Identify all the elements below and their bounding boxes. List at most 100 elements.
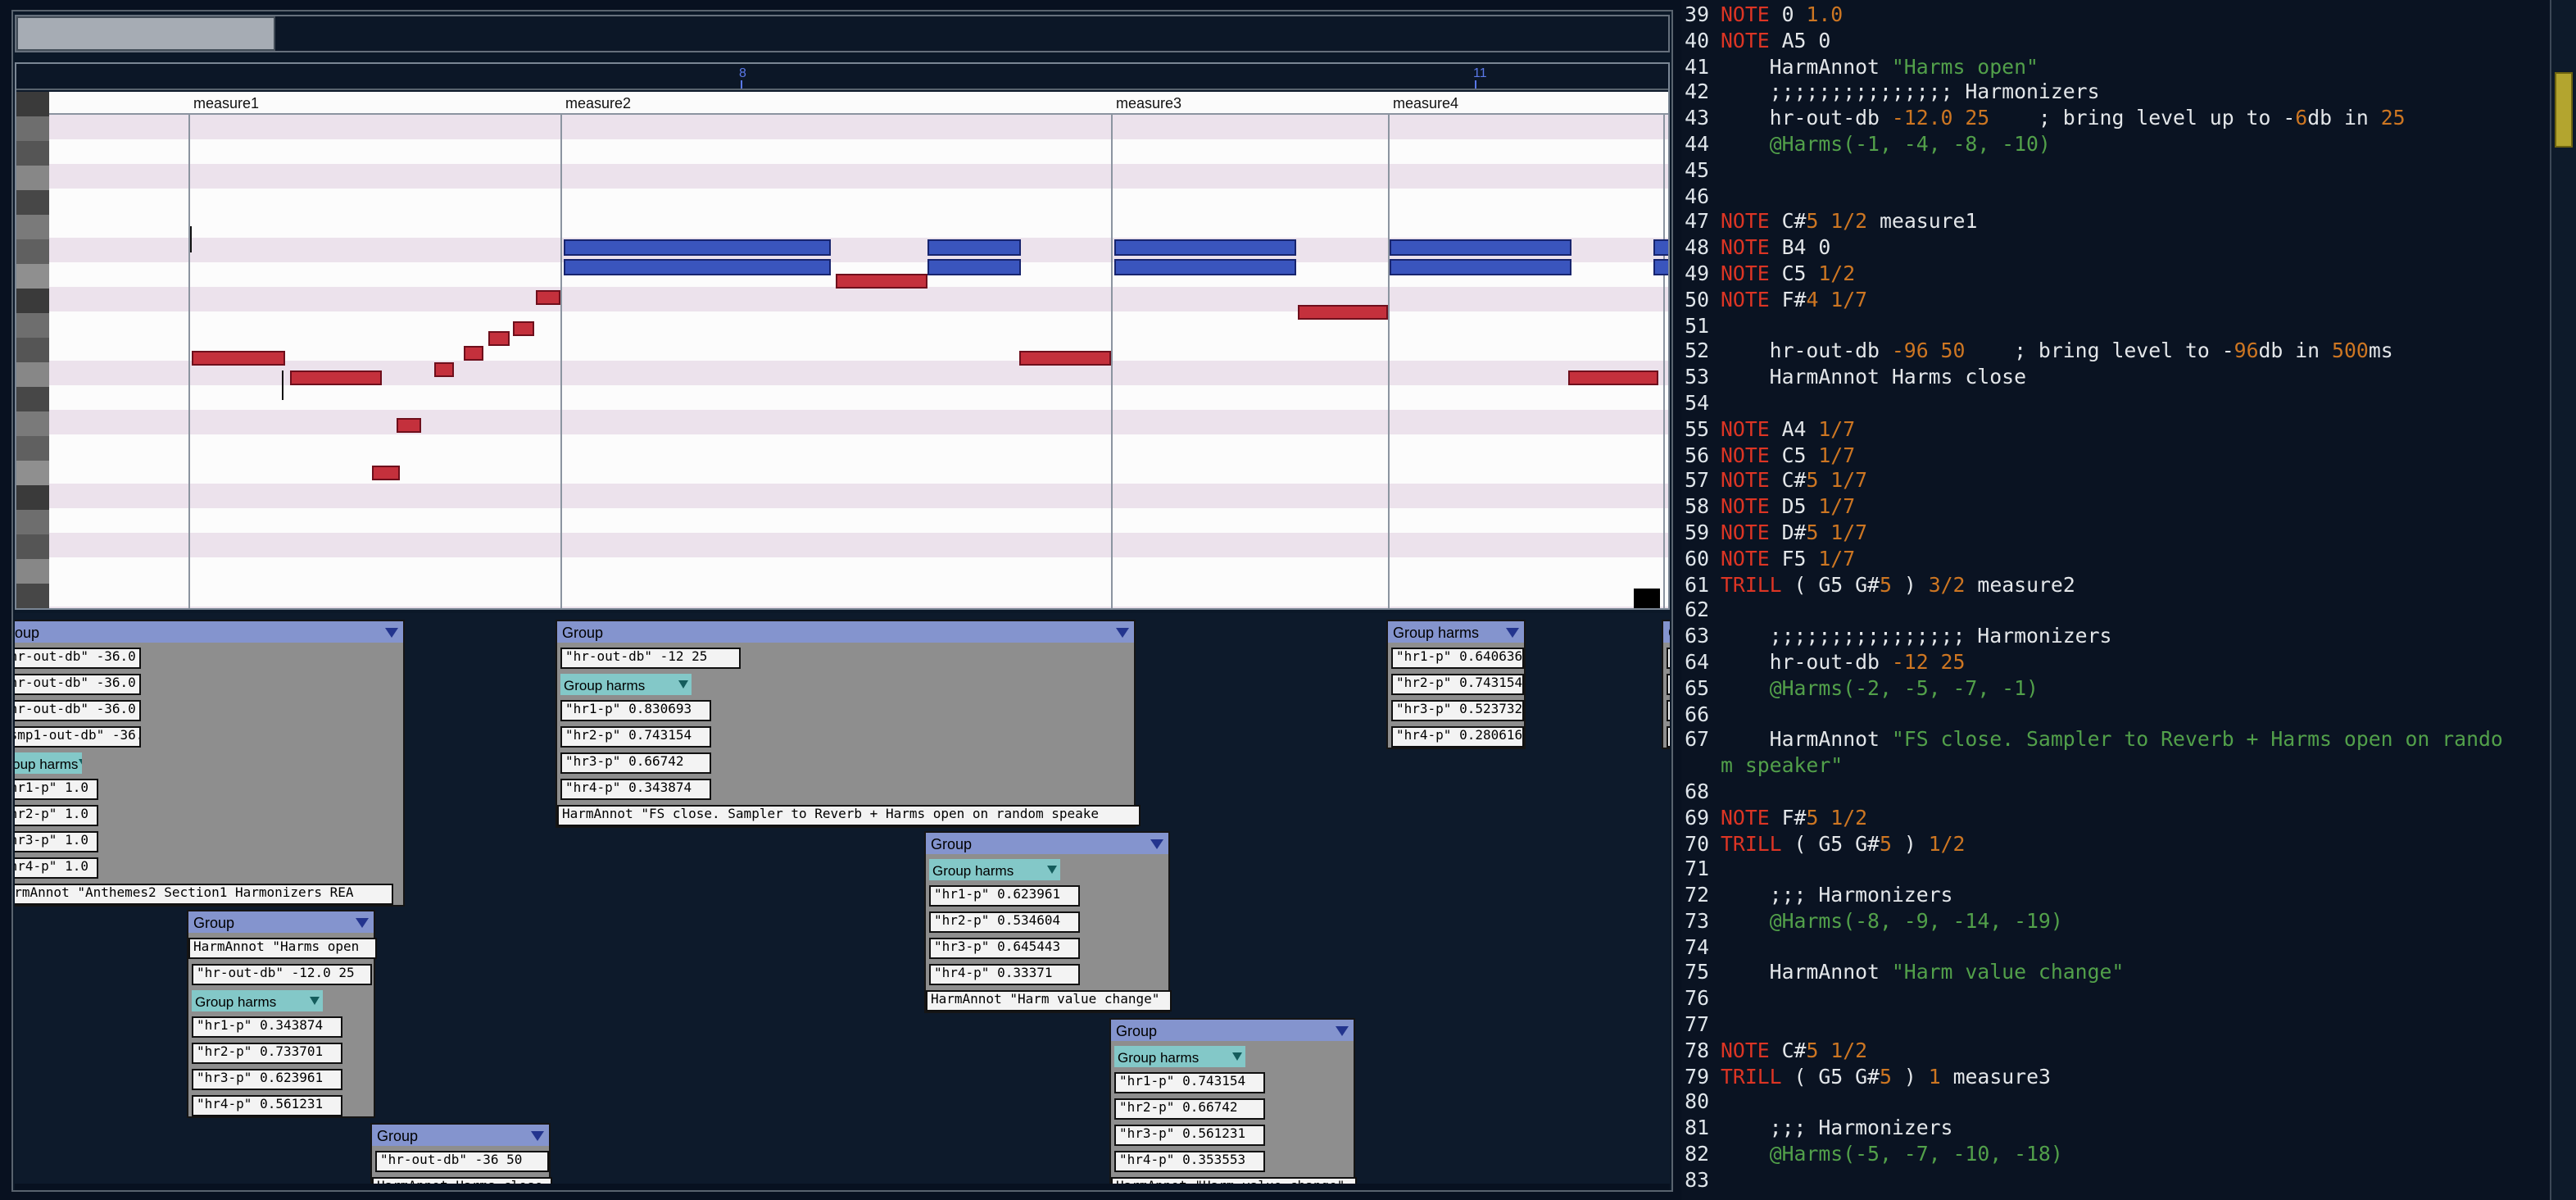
param-field[interactable] (1667, 726, 1670, 748)
param-field[interactable]: "hr1-p" 0.623961 (929, 885, 1080, 907)
annotation-bar[interactable]: HarmAnnot Harms close (372, 1177, 552, 1184)
note-red[interactable] (434, 362, 454, 377)
param-field[interactable]: "hr2-p" 0.743154 (560, 726, 711, 748)
collapse-triangle-icon[interactable] (1047, 866, 1057, 874)
param-field[interactable]: "hr3-p" 0.623961 (192, 1069, 342, 1090)
measure-ruler[interactable]: measure1 measure2 measure3 measure4 (49, 92, 1668, 115)
param-field[interactable]: "hr1-p" 0.743154 (1114, 1072, 1265, 1093)
collapse-triangle-icon[interactable] (1150, 839, 1163, 848)
note-blue[interactable] (564, 259, 831, 275)
param-field[interactable] (1667, 700, 1670, 721)
group-box-title[interactable]: Group (1663, 621, 1670, 643)
collapse-triangle-icon[interactable] (310, 997, 320, 1005)
group-box[interactable]: Group (1662, 620, 1670, 749)
group-box-title[interactable]: Group harms (1388, 621, 1524, 643)
param-field[interactable]: "hr4-p" 0.280616 (1391, 726, 1524, 748)
piano-roll-grid[interactable]: measure1 measure2 measure3 measure4 (49, 92, 1668, 608)
group-box[interactable]: Group Group harms "hr1-p" 0.623961 "hr2-p" … (924, 831, 1172, 1013)
collapse-triangle-icon[interactable] (356, 917, 369, 927)
note-red[interactable] (488, 331, 510, 346)
note-red[interactable] (1568, 370, 1658, 385)
note-red[interactable] (1298, 305, 1388, 320)
param-field[interactable]: "hr4-p" 0.33371 (929, 964, 1080, 985)
annotation-bar[interactable]: HarmAnnot "Harm value change" (926, 990, 1172, 1011)
annotation-bar[interactable]: HarmAnnot "Harm value change" (1111, 1177, 1357, 1184)
param-field[interactable] (1667, 648, 1670, 669)
param-field[interactable]: "hr-out-db" -36.0 (15, 648, 141, 669)
group-box[interactable]: Group HarmAnnot "Harms open "hr-out-db" -1… (187, 910, 377, 1118)
note-blue[interactable] (1653, 239, 1668, 256)
group-box[interactable]: Group "hr-out-db" -36.0 "hr-out-db" -36.0 "… (15, 620, 405, 907)
collapse-triangle-icon[interactable] (1506, 627, 1519, 637)
param-field[interactable]: "hr2-p" 0.733701 (192, 1043, 342, 1064)
resize-handle[interactable] (1634, 589, 1660, 608)
toolbar-handle[interactable] (16, 16, 275, 51)
param-field[interactable]: "hr3-p" 0.523732 (1391, 700, 1524, 721)
annotation-bar[interactable]: HarmAnnot "FS close. Sampler to Reverb +… (557, 805, 1141, 826)
subgroup-header[interactable]: Group harms (560, 674, 692, 695)
collapse-triangle-icon[interactable] (78, 759, 82, 767)
param-field[interactable]: "hr3-p" 0.645443 (929, 938, 1080, 959)
param-field[interactable]: "hr4-p" 0.561231 (192, 1095, 342, 1116)
note-red[interactable] (513, 321, 534, 336)
collapse-triangle-icon[interactable] (531, 1130, 544, 1140)
param-field[interactable]: "hr1-p" 0.830693 (560, 700, 711, 721)
group-box[interactable]: Group "hr-out-db" -36 50 HarmAnnot Harms c… (370, 1123, 552, 1184)
note-blue[interactable] (564, 239, 831, 256)
rehearsal-marker[interactable]: 8 (739, 66, 746, 89)
track-header-column[interactable] (16, 92, 49, 608)
param-field[interactable]: "hr2-p" 0.743154 (1391, 674, 1524, 695)
param-field[interactable]: "hr4-p" 0.343874 (560, 779, 711, 800)
group-box-title[interactable]: Group (188, 911, 374, 933)
param-field[interactable]: "hr2-p" 0.66742 (1114, 1098, 1265, 1120)
rehearsal-marker[interactable]: 11 (1473, 66, 1487, 89)
note-red[interactable] (464, 346, 483, 361)
annotation-bar[interactable]: HarmAnnot "Anthemes2 Section1 Harmonizer… (15, 884, 393, 905)
param-field[interactable]: "hr3-p" 1.0 (15, 831, 98, 852)
group-box[interactable]: Group Group harms "hr1-p" 0.743154 "hr2-p" … (1109, 1018, 1357, 1184)
note-red[interactable] (372, 466, 400, 480)
patcher-canvas[interactable]: Group "hr-out-db" -36.0 "hr-out-db" -36.0 "… (15, 613, 1670, 1184)
param-field[interactable]: "hr4-p" 0.353553 (1114, 1151, 1265, 1172)
note-red[interactable] (836, 274, 927, 289)
param-field[interactable]: "hr3-p" 0.561231 (1114, 1125, 1265, 1146)
group-box[interactable]: Group harms "hr1-p" 0.640636 "hr2-p" 0.743… (1386, 620, 1526, 749)
scrollbar-thumb[interactable] (2555, 72, 2573, 148)
param-field[interactable]: "hr-out-db" -36 50 (375, 1151, 549, 1172)
collapse-triangle-icon[interactable] (678, 680, 688, 689)
note-blue[interactable] (927, 239, 1021, 256)
param-field[interactable]: "hr1-p" 0.640636 (1391, 648, 1524, 669)
group-box[interactable]: Group "hr-out-db" -12 25 Group harms "hr1-p… (556, 620, 1141, 828)
param-field[interactable]: "hr2-p" 1.0 (15, 805, 98, 826)
note-red[interactable] (290, 370, 382, 385)
param-field[interactable]: "hr-out-db" -12.0 25 (192, 964, 372, 985)
param-field[interactable]: "hr-out-db" -36.0 (15, 674, 141, 695)
param-field[interactable]: "hr-out-db" -36.0 (15, 700, 141, 721)
group-box-title[interactable]: Group (15, 621, 403, 643)
group-box-title[interactable]: Group (557, 621, 1134, 643)
annotation-bar[interactable]: HarmAnnot "Harms open (188, 938, 377, 959)
note-blue[interactable] (1390, 239, 1571, 256)
param-field[interactable]: "hr1-p" 1.0 (15, 779, 98, 800)
param-field[interactable]: "smp1-out-db" -36.0 (15, 726, 141, 748)
note-red[interactable] (536, 290, 560, 305)
note-blue[interactable] (1114, 259, 1296, 275)
note-blue[interactable] (1114, 239, 1296, 256)
group-box-title[interactable]: Group (372, 1125, 549, 1146)
param-field[interactable]: "hr3-p" 0.66742 (560, 752, 711, 774)
note-blue[interactable] (1653, 259, 1668, 275)
param-field[interactable]: "hr1-p" 0.343874 (192, 1016, 342, 1038)
collapse-triangle-icon[interactable] (1336, 1025, 1349, 1035)
subgroup-header[interactable]: group harms (15, 752, 82, 774)
collapse-triangle-icon[interactable] (1232, 1052, 1242, 1061)
note-blue[interactable] (1390, 259, 1571, 275)
note-blue[interactable] (927, 259, 1021, 275)
group-box-title[interactable]: Group (1111, 1020, 1354, 1041)
collapse-triangle-icon[interactable] (1116, 627, 1129, 637)
note-red[interactable] (192, 351, 285, 366)
note-red[interactable] (1019, 351, 1111, 366)
code-editor[interactable]: 39 NOTE 0 1.0 40 NOTE A5 0 41 HarmAnnot "Har… (1681, 0, 2550, 1200)
editor-scrollbar[interactable] (2550, 0, 2576, 1200)
param-field[interactable]: "hr4-p" 1.0 (15, 857, 98, 879)
group-box-title[interactable]: Group (926, 833, 1168, 854)
